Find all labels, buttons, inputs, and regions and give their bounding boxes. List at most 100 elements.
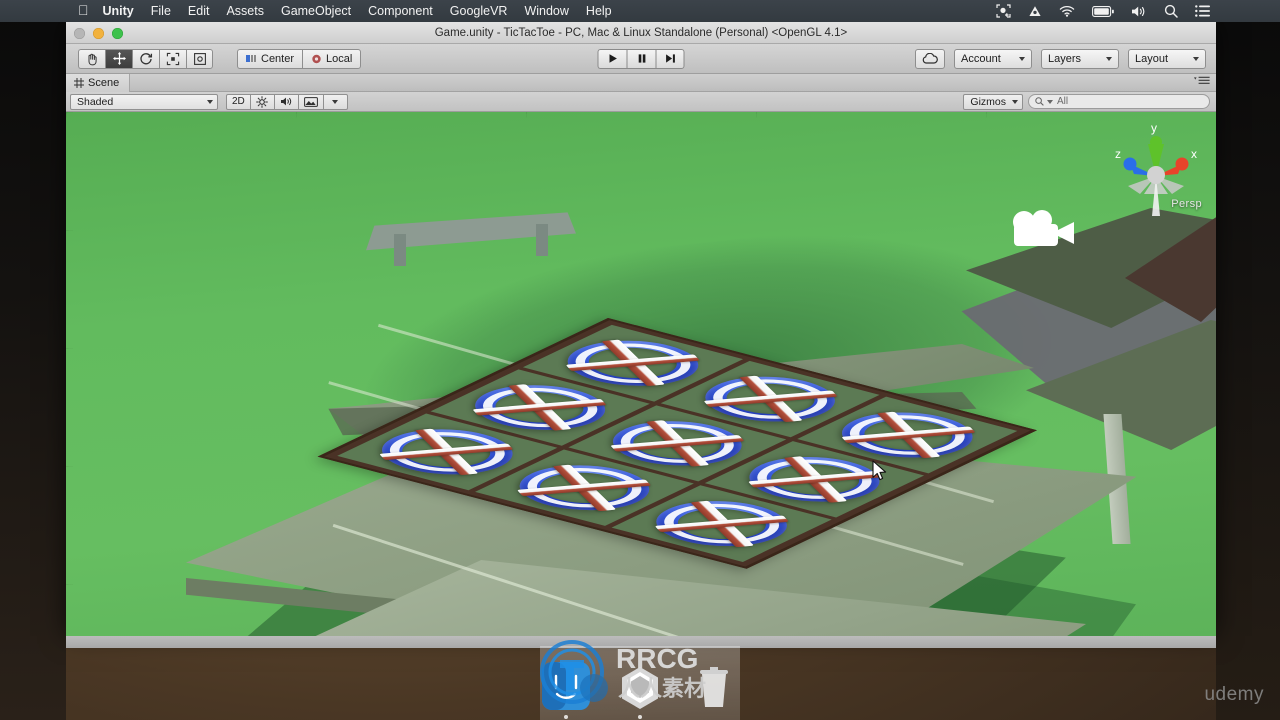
- scene-viewport[interactable]: y z x Persp: [66, 112, 1216, 636]
- chevron-down-icon: [1106, 56, 1112, 61]
- scene-view-toggles: 2D: [226, 93, 348, 110]
- tictactoe-board-group: [317, 318, 1038, 569]
- cloud-icon: [922, 53, 938, 64]
- menu-item-help[interactable]: Help: [586, 4, 612, 18]
- pivot-local-label: Local: [326, 52, 353, 65]
- pause-button[interactable]: [626, 48, 656, 69]
- window-traffic-lights: [74, 28, 123, 39]
- menu-item-gameobject[interactable]: GameObject: [281, 4, 351, 18]
- menu-item-component[interactable]: Component: [368, 4, 433, 18]
- google-drive-icon[interactable]: [1028, 5, 1042, 18]
- control-center-icon[interactable]: [1195, 5, 1210, 17]
- macos-dock: [540, 646, 740, 720]
- lighting-toggle-button[interactable]: [250, 93, 275, 110]
- chevron-down-icon: [1193, 56, 1199, 61]
- transform-tools-group: [78, 48, 213, 69]
- tab-scene-label: Scene: [88, 76, 120, 89]
- wifi-icon[interactable]: [1059, 5, 1075, 17]
- menu-item-edit[interactable]: Edit: [188, 4, 210, 18]
- scene-view-toolbar: Shaded 2D Gizmos All: [66, 92, 1216, 112]
- macos-menu-bar:  Unity File Edit Assets GameObject Comp…: [0, 0, 1280, 22]
- desktop-left-edge: [0, 0, 66, 720]
- axis-label-z: z: [1115, 147, 1121, 161]
- rotate-tool-button[interactable]: [132, 48, 159, 69]
- pivot-local-button[interactable]: Local: [302, 48, 362, 69]
- window-zoom-button[interactable]: [112, 28, 123, 39]
- chevron-down-icon: [332, 99, 339, 104]
- dock-running-indicator: [638, 715, 642, 719]
- scale-tool-button[interactable]: [159, 48, 186, 69]
- panel-tab-bar: Scene: [66, 73, 1216, 92]
- menu-item-assets[interactable]: Assets: [226, 4, 264, 18]
- dock-item-unity[interactable]: [614, 660, 666, 719]
- chevron-down-icon: [1047, 99, 1053, 104]
- window-title: Game.unity - TicTacToe - PC, Mac & Linux…: [434, 26, 848, 39]
- menu-item-file[interactable]: File: [151, 4, 171, 18]
- panel-options-icon: [1194, 76, 1210, 84]
- layout-dropdown[interactable]: Layout: [1128, 48, 1206, 69]
- dock-running-indicator: [564, 715, 568, 719]
- hand-tool-button[interactable]: [78, 48, 105, 69]
- projection-mode-label[interactable]: Persp: [1171, 198, 1202, 210]
- chevron-down-icon: [1019, 56, 1025, 61]
- draw-mode-dropdown[interactable]: Shaded: [70, 93, 218, 110]
- chevron-down-icon: [1012, 99, 1018, 104]
- volume-icon[interactable]: [1131, 5, 1147, 18]
- scene-axis-gizmo[interactable]: y z x: [1108, 120, 1204, 228]
- dock-item-trash[interactable]: [688, 660, 740, 712]
- udemy-watermark: udemy: [1204, 684, 1264, 705]
- gizmos-label: Gizmos: [970, 95, 1006, 108]
- battery-icon[interactable]: [1092, 5, 1114, 17]
- rect-tool-button[interactable]: [186, 48, 213, 69]
- search-icon: [1035, 97, 1044, 106]
- screen-root:  Unity File Edit Assets GameObject Comp…: [0, 0, 1280, 720]
- unity-editor-window: Game.unity - TicTacToe - PC, Mac & Linux…: [66, 22, 1216, 636]
- chevron-down-icon: [207, 99, 213, 104]
- apple-logo-icon[interactable]: : [78, 3, 89, 17]
- panel-options-button[interactable]: [1194, 76, 1210, 85]
- audio-speaker-icon: [280, 97, 291, 106]
- pivot-mode-group: Center Local: [237, 48, 362, 69]
- pivot-local-icon: [312, 54, 321, 63]
- menu-item-googlevr[interactable]: GoogleVR: [450, 4, 508, 18]
- scene-search-field[interactable]: All: [1028, 94, 1210, 109]
- mouse-pointer-icon: [872, 460, 888, 482]
- window-close-button[interactable]: [74, 28, 85, 39]
- screenshot-selection-icon[interactable]: [996, 4, 1011, 18]
- move-tool-button[interactable]: [105, 48, 132, 69]
- gizmos-dropdown[interactable]: Gizmos: [963, 93, 1023, 110]
- scene-search-placeholder: All: [1057, 96, 1069, 107]
- image-effects-icon: [303, 96, 318, 107]
- menu-item-unity[interactable]: Unity: [103, 4, 134, 18]
- sun-lighting-icon: [256, 95, 269, 108]
- menu-item-window[interactable]: Window: [524, 4, 568, 18]
- layers-label: Layers: [1048, 52, 1082, 65]
- tab-scene[interactable]: Scene: [66, 73, 131, 92]
- play-button[interactable]: [597, 48, 627, 69]
- toggle-2d-label: 2D: [232, 96, 245, 107]
- account-dropdown[interactable]: Account: [954, 48, 1032, 69]
- dock-item-finder[interactable]: [540, 660, 592, 719]
- effects-dropdown-button[interactable]: [323, 93, 348, 110]
- camera-gizmo-icon[interactable]: [1006, 210, 1086, 256]
- layers-dropdown[interactable]: Layers: [1041, 48, 1119, 69]
- audio-toggle-button[interactable]: [274, 93, 299, 110]
- spotlight-search-icon[interactable]: [1164, 4, 1178, 18]
- axis-label-y: y: [1151, 121, 1157, 135]
- step-button[interactable]: [655, 48, 685, 69]
- axis-label-x: x: [1191, 147, 1197, 161]
- background-bench-leg: [536, 224, 548, 256]
- editor-toolbar: Center Local Account Layers Layout: [66, 44, 1216, 74]
- account-label: Account: [961, 52, 1001, 65]
- effects-toggle-button[interactable]: [298, 93, 324, 110]
- pivot-center-button[interactable]: Center: [237, 48, 303, 69]
- scene-view-panel: Scene Shaded 2D Gizmos All y z x Persp: [66, 73, 1216, 636]
- layout-label: Layout: [1135, 52, 1169, 65]
- draw-mode-label: Shaded: [77, 95, 114, 108]
- window-minimize-button[interactable]: [93, 28, 104, 39]
- scene-toolbar-right: Gizmos All: [963, 93, 1210, 110]
- cloud-services-button[interactable]: [915, 48, 945, 69]
- playback-controls: [597, 48, 685, 69]
- grid-icon: [74, 77, 84, 88]
- toggle-2d-button[interactable]: 2D: [226, 93, 251, 110]
